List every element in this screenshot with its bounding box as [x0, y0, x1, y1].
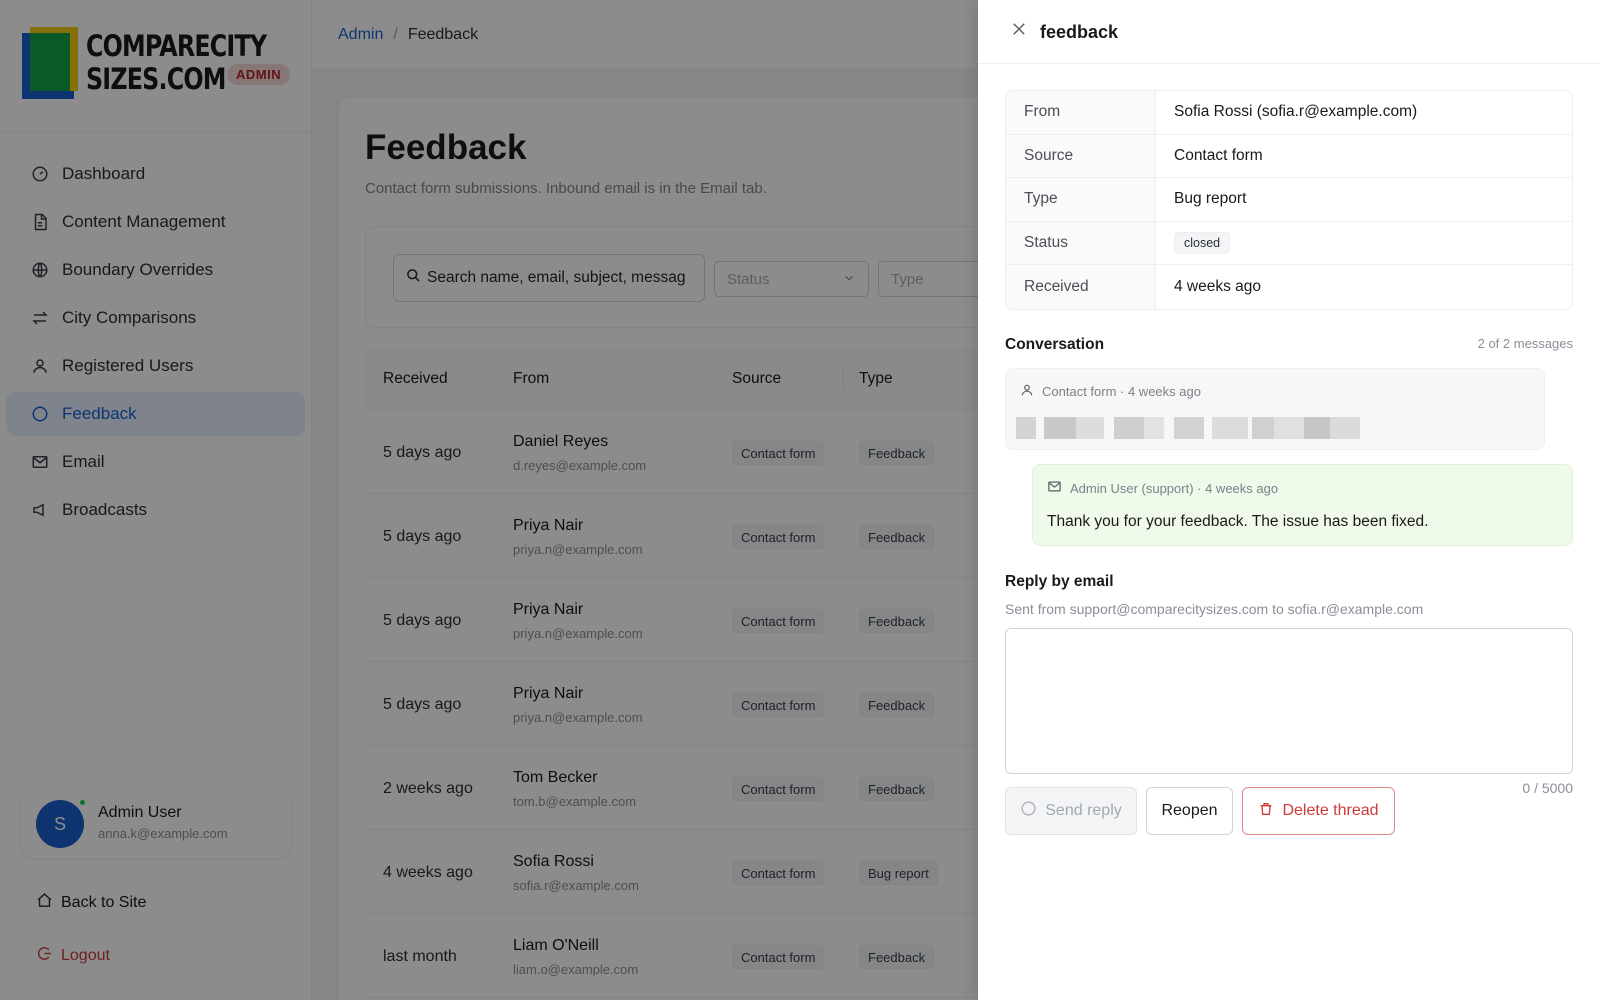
details-table: From Sofia Rossi (sofia.r@example.com) S…	[1005, 90, 1573, 310]
reopen-label: Reopen	[1161, 802, 1218, 819]
detail-label: Type	[1006, 178, 1156, 221]
message-admin-reply: Admin User (support) · 4 weeks ago Thank…	[1032, 464, 1573, 546]
detail-label: From	[1006, 91, 1156, 134]
reply-title: Reply by email	[1005, 573, 1114, 590]
detail-row-received: Received 4 weeks ago	[1006, 265, 1572, 309]
delete-thread-button[interactable]: Delete thread	[1242, 787, 1395, 835]
detail-row-status: Status closed	[1006, 221, 1572, 265]
detail-value: 4 weeks ago	[1174, 277, 1262, 295]
message-incoming: Contact form · 4 weeks ago	[1005, 368, 1545, 450]
trash-icon	[1258, 801, 1274, 822]
reply-subtitle: Sent from support@comparecitysizes.com t…	[1005, 601, 1424, 617]
character-count: 0 / 5000	[1522, 780, 1573, 796]
message-body: Thank you for your feedback. The issue h…	[1047, 513, 1429, 530]
detail-row-from: From Sofia Rossi (sofia.r@example.com)	[1006, 91, 1572, 135]
detail-value: Sofia Rossi (sofia.r@example.com)	[1174, 103, 1418, 121]
mail-icon	[1047, 479, 1062, 497]
chat-bubble-icon	[1020, 800, 1037, 822]
message-meta: Admin User (support) · 4 weeks ago	[1047, 479, 1278, 497]
status-badge: closed	[1174, 231, 1231, 254]
detail-value: closed	[1156, 222, 1231, 265]
drawer-title: feedback	[1040, 22, 1119, 42]
feedback-detail-drawer: feedback From Sofia Rossi (sofia.r@examp…	[978, 0, 1600, 1000]
conversation-title: Conversation	[1005, 336, 1105, 353]
message-meta-text: Admin User (support) · 4 weeks ago	[1070, 480, 1279, 496]
reopen-button[interactable]: Reopen	[1146, 787, 1233, 835]
modal-overlay[interactable]	[0, 0, 978, 1000]
detail-value: Contact form	[1174, 146, 1263, 164]
message-count: 2 of 2 messages	[1477, 336, 1573, 351]
reply-textarea[interactable]	[1005, 628, 1573, 774]
detail-value: Bug report	[1174, 190, 1247, 208]
detail-row-source: Source Contact form	[1006, 134, 1572, 178]
close-button[interactable]	[1008, 20, 1030, 42]
detail-row-type: Type Bug report	[1006, 178, 1572, 222]
message-meta: Contact form · 4 weeks ago	[1020, 383, 1201, 400]
send-reply-label: Send reply	[1045, 802, 1122, 819]
detail-label: Status	[1006, 221, 1156, 264]
user-icon	[1020, 383, 1034, 400]
delete-thread-label: Delete thread	[1282, 802, 1379, 819]
detail-label: Received	[1006, 265, 1156, 309]
close-icon	[1010, 20, 1028, 43]
drawer-header: feedback	[978, 0, 1600, 64]
detail-label: Source	[1006, 134, 1156, 177]
redacted-message-text	[1016, 417, 1372, 439]
message-meta-text: Contact form · 4 weeks ago	[1042, 384, 1201, 399]
send-reply-button[interactable]: Send reply	[1005, 787, 1137, 835]
